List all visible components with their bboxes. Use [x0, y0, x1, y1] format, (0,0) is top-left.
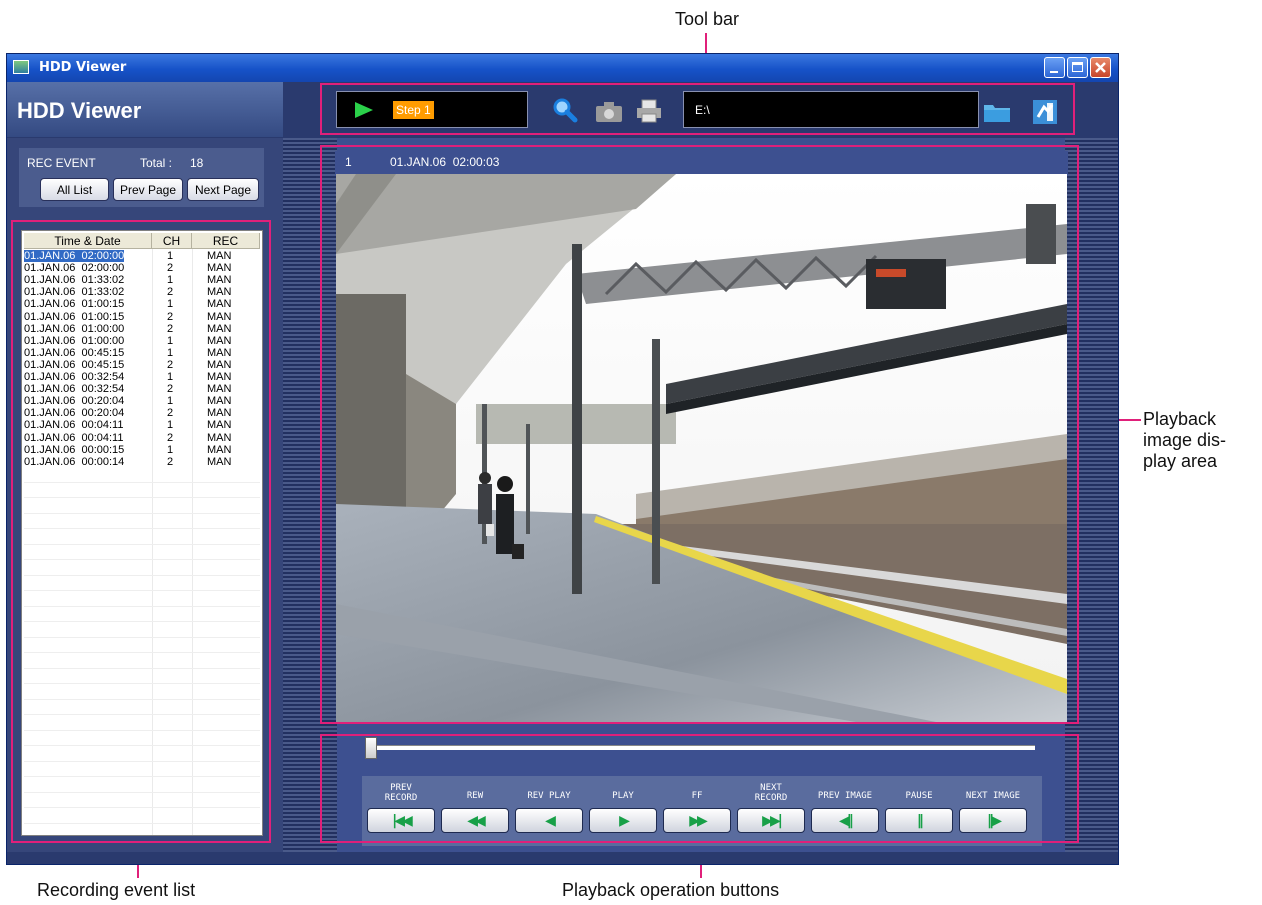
prev-page-button[interactable]: Prev Page [113, 178, 183, 201]
rec-event-box: REC EVENT Total : 18 All List Prev Page … [19, 148, 264, 207]
window-title: HDD Viewer [39, 60, 127, 75]
playback-area-annotation-line2: image dis- [1143, 430, 1227, 450]
all-list-button[interactable]: All List [40, 178, 109, 201]
window-bottom [7, 852, 1118, 864]
minimize-button[interactable] [1044, 57, 1065, 78]
operation-buttons-highlight [320, 734, 1079, 843]
total-label: Total : [140, 156, 173, 170]
playback-area-annotation-line1: Playback [1143, 409, 1217, 429]
title-bar[interactable]: HDD Viewer [7, 54, 1118, 82]
app-name: HDD Viewer [17, 98, 142, 123]
toolbar-highlight [320, 83, 1075, 135]
close-button[interactable] [1090, 57, 1111, 78]
rec-event-title: REC EVENT [27, 156, 96, 170]
maximize-button[interactable] [1067, 57, 1088, 78]
toolbar-annotation: Tool bar [675, 9, 740, 29]
next-page-button[interactable]: Next Page [187, 178, 259, 201]
event-list-highlight [11, 220, 271, 843]
close-icon [1095, 62, 1106, 73]
playback-area-annotation: Playback image dis- play area [1143, 409, 1226, 472]
event-list-annotation: Recording event list [37, 880, 196, 900]
playback-area-annotation-line3: play area [1143, 451, 1218, 471]
operation-buttons-annotation: Playback operation buttons [562, 880, 780, 900]
total-value: 18 [190, 156, 204, 170]
playback-area-highlight [320, 145, 1079, 724]
app-icon [13, 60, 29, 74]
